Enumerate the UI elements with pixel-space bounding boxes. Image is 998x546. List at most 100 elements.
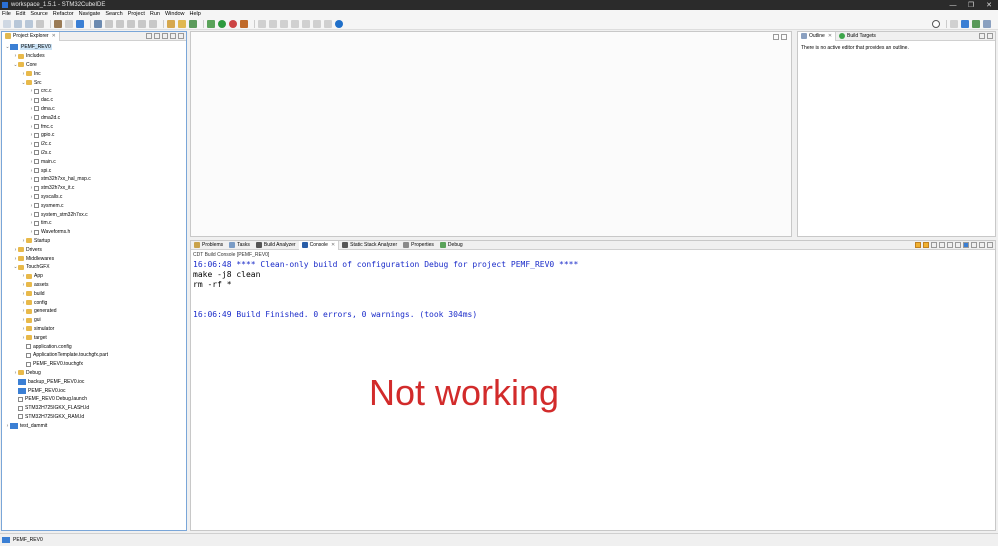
minimize-button[interactable]: —: [944, 0, 962, 10]
tree-item[interactable]: STM32H725IGKX_RAM.ld: [13, 413, 84, 422]
new-icon[interactable]: [3, 19, 11, 28]
scroll-lock-icon[interactable]: [915, 242, 921, 248]
print-icon[interactable]: [36, 19, 44, 28]
tree-item[interactable]: › dac.c: [29, 96, 53, 105]
close-icon[interactable]: ✕: [331, 242, 335, 248]
menu-navigate[interactable]: Navigate: [79, 11, 101, 17]
mark-icon[interactable]: [269, 19, 277, 28]
tree-item[interactable]: › gui: [21, 316, 41, 325]
tree-item[interactable]: › simulator: [21, 325, 55, 334]
minimize-editor-icon[interactable]: [773, 34, 779, 40]
cpp-perspective-icon[interactable]: [961, 20, 969, 28]
step-icon[interactable]: [116, 19, 124, 28]
tree-item[interactable]: › sysmem.c: [29, 201, 64, 210]
tab-tasks[interactable]: Tasks: [226, 241, 253, 250]
pin-console-icon[interactable]: [931, 242, 937, 248]
close-button[interactable]: ✕: [980, 0, 998, 10]
tree-item[interactable]: › stm32h7xx_hal_msp.c: [29, 175, 91, 184]
tree-item[interactable]: › dma2d.c: [29, 113, 61, 122]
maximize-view-icon[interactable]: [987, 242, 993, 248]
tree-item[interactable]: ⌄ Src: [21, 78, 41, 87]
console-output[interactable]: 16:06:48 **** Clean-only build of config…: [193, 260, 578, 320]
menu-source[interactable]: Source: [30, 11, 47, 17]
tree-item[interactable]: › Startup: [21, 237, 50, 246]
tree-item[interactable]: › i2c.c: [29, 140, 52, 149]
tree-item[interactable]: › config: [21, 298, 48, 307]
maximize-view-icon[interactable]: [987, 33, 993, 39]
tree-item[interactable]: › stm32h7xx_it.c: [29, 184, 75, 193]
step-over-icon[interactable]: [127, 19, 135, 28]
annotation-icon[interactable]: [291, 19, 299, 28]
minimize-view-icon[interactable]: [979, 242, 985, 248]
menu-file[interactable]: File: [2, 11, 11, 17]
tree-item[interactable]: › build: [21, 289, 45, 298]
tab-properties[interactable]: Properties: [400, 241, 437, 250]
open-perspective-icon[interactable]: [950, 20, 958, 28]
tree-item[interactable]: › Middlewares: [13, 254, 54, 263]
menu-search[interactable]: Search: [105, 11, 122, 17]
tree-item[interactable]: › fmc.c: [29, 122, 53, 131]
tools-icon[interactable]: [240, 19, 248, 28]
tab-console[interactable]: Console ✕: [298, 240, 340, 250]
menu-edit[interactable]: Edit: [16, 11, 25, 17]
menu-window[interactable]: Window: [165, 11, 185, 17]
minimize-view-icon[interactable]: [979, 33, 985, 39]
tree-item[interactable]: ApplicationTemplate.touchgfx.part: [21, 351, 108, 360]
back-icon[interactable]: [302, 19, 310, 28]
tree-item[interactable]: › test_dammit: [5, 421, 47, 430]
tab-build-analyzer[interactable]: Build Analyzer: [253, 241, 299, 250]
pilcrow-icon[interactable]: [280, 19, 288, 28]
tree-item[interactable]: › Includes: [13, 52, 45, 61]
maximize-editor-icon[interactable]: [781, 34, 787, 40]
tree-item[interactable]: › dma.c: [29, 105, 55, 114]
tree-item[interactable]: › Debug: [13, 369, 41, 378]
settings-icon[interactable]: [76, 19, 84, 28]
tree-item[interactable]: ⌄ Core: [13, 61, 36, 70]
drop-frame-icon[interactable]: [149, 19, 157, 28]
tree-item[interactable]: › Inc: [21, 69, 41, 78]
maximize-button[interactable]: ❐: [962, 0, 980, 10]
tree-item[interactable]: ⌄ TouchGFX: [13, 263, 49, 272]
tree-item[interactable]: › system_stm32h7xx.c: [29, 210, 88, 219]
tree-item[interactable]: › target: [21, 333, 47, 342]
tree-item[interactable]: application.config: [21, 342, 72, 351]
run-icon[interactable]: [218, 19, 226, 28]
tab-problems[interactable]: Problems: [191, 241, 226, 250]
filter-icon[interactable]: [162, 33, 168, 39]
tab-build-targets[interactable]: Build Targets: [836, 32, 879, 41]
collapse-all-icon[interactable]: [146, 33, 152, 39]
stop-icon[interactable]: [229, 19, 237, 28]
build-hammer-icon[interactable]: [54, 19, 62, 28]
lock-icon[interactable]: [947, 242, 953, 248]
menu-project[interactable]: Project: [128, 11, 145, 17]
tree-item[interactable]: › main.c: [29, 157, 56, 166]
tree-item[interactable]: › gpio.c: [29, 131, 55, 140]
tree-item[interactable]: › tim.c: [29, 219, 52, 228]
debug-perspective-icon[interactable]: [972, 20, 980, 28]
tree-item[interactable]: › assets: [21, 281, 49, 290]
word-wrap-icon[interactable]: [923, 242, 929, 248]
search-toolbar-icon[interactable]: [258, 19, 266, 28]
save-all-icon[interactable]: [25, 19, 33, 28]
info-icon[interactable]: [335, 19, 343, 28]
tree-item[interactable]: › App: [21, 272, 43, 281]
tree-item[interactable]: PEMF_REV0.ioc: [13, 386, 66, 395]
tree-item[interactable]: STM32H725IGKX_FLASH.ld: [13, 404, 89, 413]
tab-outline[interactable]: Outline ✕: [798, 31, 837, 41]
menu-help[interactable]: Help: [190, 11, 201, 17]
close-icon[interactable]: ✕: [52, 33, 56, 39]
minimize-view-icon[interactable]: [170, 33, 176, 39]
tree-item[interactable]: › generated: [21, 307, 57, 316]
link-editor-icon[interactable]: [154, 33, 160, 39]
save-icon[interactable]: [14, 19, 22, 28]
maximize-view-icon[interactable]: [178, 33, 184, 39]
menu-refactor[interactable]: Refactor: [53, 11, 74, 17]
device-config-perspective-icon[interactable]: [983, 20, 991, 28]
debug-icon[interactable]: [207, 19, 215, 28]
forward-icon[interactable]: [313, 19, 321, 28]
tree-item[interactable]: › i2s.c: [29, 149, 52, 158]
pin-icon[interactable]: [324, 19, 332, 28]
tab-project-explorer[interactable]: Project Explorer ✕: [2, 31, 60, 41]
open-folder-icon[interactable]: [178, 19, 186, 28]
tree-item[interactable]: PEMF_REV0 Debug.launch: [13, 395, 87, 404]
